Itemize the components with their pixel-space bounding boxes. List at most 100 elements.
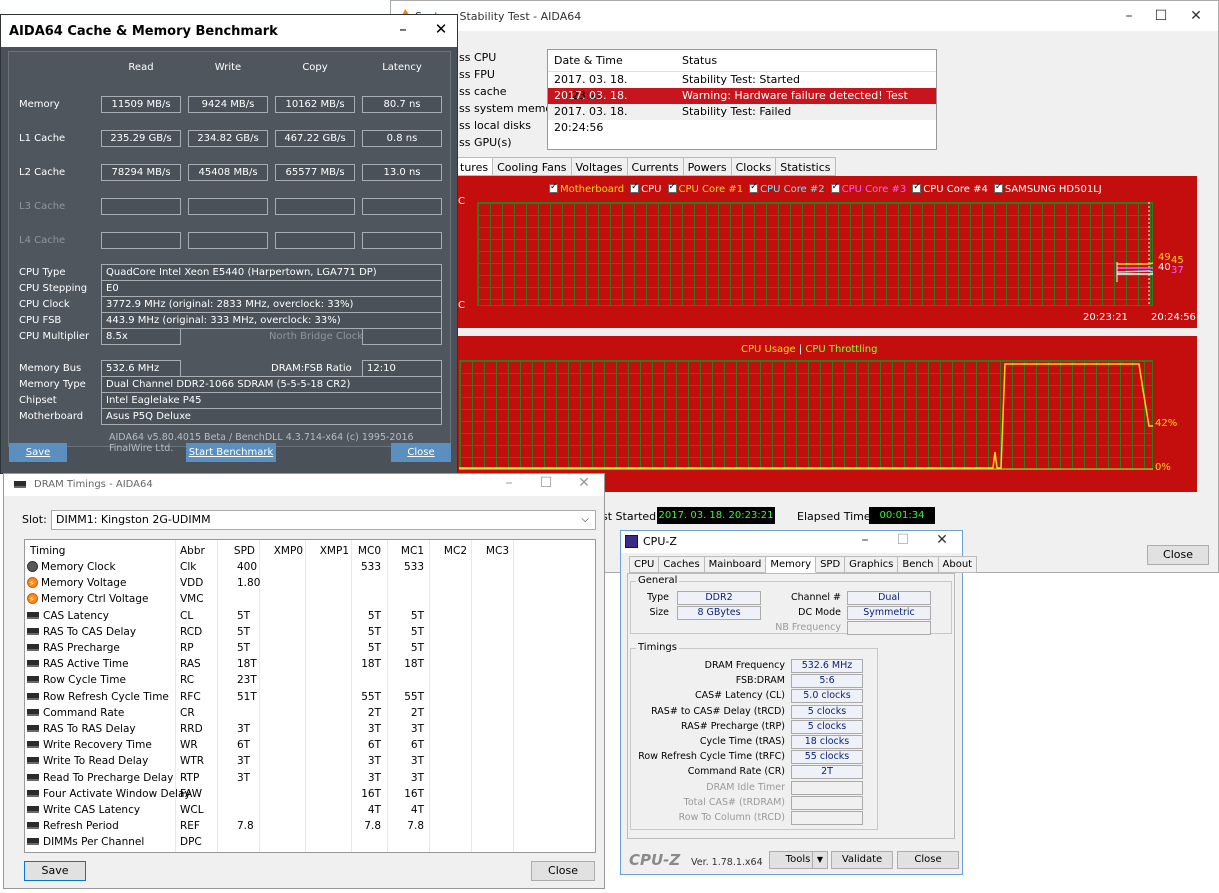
table-row[interactable]: Memory Ctrl Voltage VMC [25, 591, 595, 608]
tab-about[interactable]: About [938, 556, 978, 573]
bench-close-button[interactable]: Close [391, 443, 451, 462]
timings-col-header[interactable]: Abbr [180, 543, 220, 559]
legend-checkbox[interactable] [912, 182, 922, 193]
timing-name-cell: Read To Precharge Delay [27, 770, 173, 786]
timing-name: Memory Ctrl Voltage [41, 593, 149, 606]
timings-col-header[interactable]: XMP1 [311, 543, 349, 559]
validate-button[interactable]: Validate [831, 851, 893, 869]
maximize-icon[interactable]: ☐ [1151, 8, 1171, 24]
tab-bench[interactable]: Bench [898, 556, 939, 573]
cpuz-close-button[interactable]: Close [897, 851, 959, 869]
stability-close-button[interactable]: Close [1147, 545, 1209, 565]
table-row[interactable]: Refresh Period REF 7.8 7.8 7.8 [25, 818, 595, 834]
timings-col-header[interactable]: XMP0 [265, 543, 303, 559]
timings-col-header[interactable]: MC2 [429, 543, 467, 559]
slot-select[interactable]: DIMM1: Kingston 2G-UDIMM ⌵ [51, 510, 596, 530]
timings-col-header[interactable]: Timing [30, 543, 170, 559]
tab-caches[interactable]: Caches [659, 556, 705, 573]
tab-voltages[interactable]: Voltages [571, 157, 628, 176]
minimize-icon[interactable]: – [393, 20, 413, 38]
ram-icon [27, 725, 39, 732]
dram-save-button[interactable]: Save [24, 861, 86, 881]
timings-col-header[interactable]: MC3 [471, 543, 509, 559]
temp-line-motherboard [1117, 262, 1153, 265]
timings-col-header[interactable]: MC1 [389, 543, 424, 559]
table-row[interactable]: Command Rate CR 2T 2T [25, 705, 595, 721]
tab-cooling-fans[interactable]: Cooling Fans [493, 157, 572, 176]
tab-mainboard[interactable]: Mainboard [704, 556, 767, 573]
legend-checkbox[interactable] [630, 182, 640, 193]
bench-row-label: L3 Cache [19, 201, 66, 212]
tab-currents[interactable]: Currents [627, 157, 684, 176]
timing-mc1: 2T [410, 706, 424, 719]
timings-col-header[interactable]: SPD [220, 543, 255, 559]
log-header-status: Status [682, 54, 718, 67]
timing-mc0: 6T [367, 739, 381, 752]
table-row[interactable]: Four Activate Window Delay FAW 16T 16T [25, 786, 595, 802]
tab-statistics[interactable]: Statistics [776, 157, 836, 176]
log-row[interactable]: 2017. 03. 18. 20:24:56 Stability Test: F… [548, 104, 936, 134]
timings-col-header[interactable]: MC0 [355, 543, 381, 559]
maximize-icon[interactable]: ☐ [536, 475, 556, 491]
cpu-fsb-label: CPU FSB [19, 315, 62, 326]
nbfreq-label: NB Frequency [775, 622, 841, 633]
timing-name: Four Activate Window Delay [43, 787, 191, 800]
dcmode-label: DC Mode [798, 607, 841, 618]
tab-memory[interactable]: Memory [766, 556, 817, 573]
timing-name-cell: Row Cycle Time [27, 672, 126, 688]
tab-clocks[interactable]: Clocks [731, 157, 777, 176]
table-row[interactable]: Write Recovery Time WR 6T 6T 6T [25, 737, 595, 753]
table-row[interactable]: Memory Voltage VDD 1.80 [25, 575, 595, 592]
table-row[interactable]: Memory Clock Clk 400 533 533 [25, 559, 595, 575]
legend-checkbox[interactable] [667, 182, 677, 193]
legend-checkbox[interactable] [830, 182, 840, 193]
bench-value-field: 65577 MB/s [275, 164, 355, 181]
close-icon[interactable]: ✕ [574, 475, 594, 491]
legend-checkbox[interactable] [749, 182, 759, 193]
legend-checkbox[interactable] [993, 182, 1003, 193]
ram-icon [27, 741, 39, 749]
table-row[interactable]: CAS Latency CL 5T 5T 5T [25, 608, 595, 624]
tab-powers[interactable]: Powers [683, 157, 732, 176]
timing-name-cell: Write CAS Latency [27, 802, 140, 818]
table-row[interactable]: RAS To RAS Delay RRD 3T 3T 3T [25, 721, 595, 737]
tab-temperatures[interactable]: tures [455, 157, 494, 176]
dram-close-button[interactable]: Close [531, 861, 595, 881]
table-row[interactable]: Row Refresh Cycle Time RFC 51T 55T 55T [25, 689, 595, 705]
start-benchmark-button[interactable]: Start Benchmark [186, 443, 276, 462]
table-row[interactable]: RAS Precharge RP 5T 5T 5T [25, 640, 595, 656]
cpuz-app-icon [625, 535, 638, 548]
table-row[interactable]: Read To Precharge Delay RTP 3T 3T 3T [25, 770, 595, 786]
close-icon[interactable]: ✕ [431, 20, 451, 38]
bench-row-label: L1 Cache [19, 133, 66, 144]
timing-spd: 18T [237, 658, 257, 671]
close-icon[interactable]: ✕ [1186, 8, 1206, 24]
timing-name: Command Rate [43, 706, 125, 719]
log-row[interactable]: 2017. 03. 18. 20:23:22 Stability Test: S… [548, 72, 936, 102]
tools-dropdown-icon[interactable]: ▼ [812, 851, 828, 869]
table-row[interactable]: RAS Active Time RAS 18T 18T 18T [25, 656, 595, 672]
temperature-legend: Motherboard CPU CPU Core #1 CPU Core #2 CPU … [543, 182, 1102, 195]
close-icon[interactable]: ✕ [932, 532, 952, 548]
table-row[interactable]: RAS To CAS Delay RCD 5T 5T 5T [25, 624, 595, 640]
bench-save-button[interactable]: Save [9, 443, 67, 462]
table-row[interactable]: DIMMs Per Channel DPC [25, 834, 595, 850]
table-row[interactable]: Write To Read Delay WTR 3T 3T 3T [25, 753, 595, 769]
legend-checkbox[interactable] [549, 182, 558, 193]
timing-label: Command Rate (CR) [687, 766, 785, 778]
tab-graphics[interactable]: Graphics [845, 556, 899, 573]
maximize-icon[interactable]: ☐ [893, 532, 913, 548]
table-row[interactable]: Row Cycle Time RC 23T [25, 672, 595, 688]
slot-value: DIMM1: Kingston 2G-UDIMM [56, 513, 211, 526]
minimize-icon[interactable]: – [1119, 8, 1139, 24]
minimize-icon[interactable]: – [499, 475, 519, 491]
timing-name-cell: Write To Read Delay [27, 753, 148, 769]
log-row-warning[interactable]: 2017. 03. 18. 20:24:56 Warning: Hardware… [548, 88, 936, 118]
tab-spd[interactable]: SPD [816, 556, 846, 573]
tab-cpu[interactable]: CPU [629, 556, 660, 573]
timing-label: Cycle Time (tRAS) [699, 736, 785, 747]
log-time: 2017. 03. 18. 20:23:22 [554, 73, 628, 102]
chipset-label: Chipset [19, 395, 57, 406]
table-row[interactable]: Write CAS Latency WCL 4T 4T [25, 802, 595, 818]
minimize-icon[interactable]: – [855, 532, 875, 548]
